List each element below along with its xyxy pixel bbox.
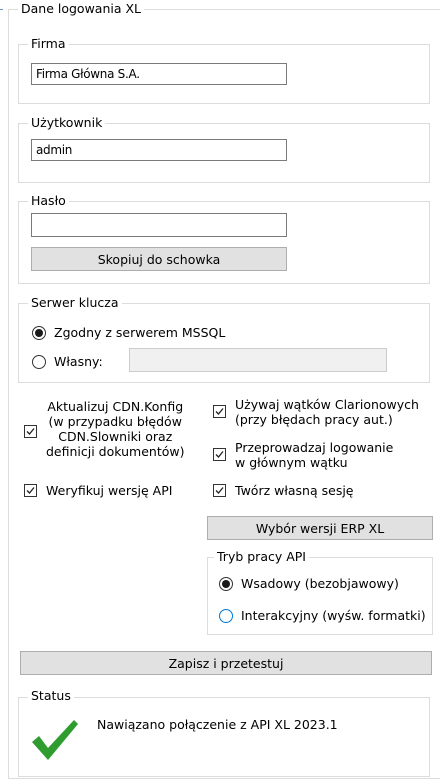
serwer-own-label: Własny: xyxy=(54,354,103,369)
erp-version-button[interactable]: Wybór wersji ERP XL xyxy=(207,516,433,540)
check-mark-icon xyxy=(26,428,35,435)
watki-label: Używaj wątków Clarionowych (przy błędach… xyxy=(235,397,419,427)
haslo-label: Hasło xyxy=(28,193,69,209)
sesja-label: Twórz własną sesję xyxy=(235,483,354,498)
tryb-group-frame xyxy=(207,557,433,635)
serwer-label: Serwer klucza xyxy=(28,295,122,311)
check-mark-icon xyxy=(26,487,35,494)
serwer-mssql-radio[interactable] xyxy=(32,326,46,340)
copy-to-clipboard-button[interactable]: Skopiuj do schowka xyxy=(31,247,287,271)
checkmark-icon xyxy=(32,720,78,760)
tryb-wsadowy-label: Wsadowy (bezobjawowy) xyxy=(241,576,399,591)
serwer-mssql-label: Zgodny z serwerem MSSQL xyxy=(54,325,226,340)
tryb-wsadowy-radio[interactable] xyxy=(219,577,233,591)
serwer-own-radio[interactable] xyxy=(32,355,46,369)
check-mark-icon xyxy=(215,451,224,458)
firma-label: Firma xyxy=(28,36,69,52)
firma-input[interactable] xyxy=(31,63,287,85)
watki-checkbox[interactable] xyxy=(213,405,226,418)
aktualizuj-checkbox[interactable] xyxy=(24,425,37,438)
glowny-checkbox[interactable] xyxy=(213,448,226,461)
tryb-interaktywny-radio[interactable] xyxy=(219,609,233,623)
uzytkownik-input[interactable] xyxy=(31,139,287,161)
serwer-own-input[interactable] xyxy=(129,348,387,372)
haslo-input[interactable] xyxy=(31,213,287,237)
tryb-interaktywny-label: Interakcyjny (wyśw. formatki) xyxy=(241,608,426,623)
aktualizuj-label: Aktualizuj CDN.Konfig (w przypadku błędó… xyxy=(46,399,185,459)
check-mark-icon xyxy=(215,408,224,415)
sesja-checkbox[interactable] xyxy=(213,484,226,497)
status-label: Status xyxy=(28,688,74,704)
check-mark-icon xyxy=(215,487,224,494)
status-message: Nawiązano połączenie z API XL 2023.1 xyxy=(97,717,338,732)
tryb-label: Tryb pracy API xyxy=(214,549,309,565)
weryfikuj-label: Weryfikuj wersję API xyxy=(46,483,173,498)
top-accent-line-left xyxy=(0,9,3,10)
login-group-title: Dane logowania XL xyxy=(18,1,145,17)
save-and-test-button[interactable]: Zapisz i przetestuj xyxy=(20,651,432,675)
weryfikuj-checkbox[interactable] xyxy=(24,484,37,497)
uzytkownik-label: Użytkownik xyxy=(28,115,106,131)
glowny-label: Przeprowadzaj logowanie w głównym wątku xyxy=(235,440,394,470)
